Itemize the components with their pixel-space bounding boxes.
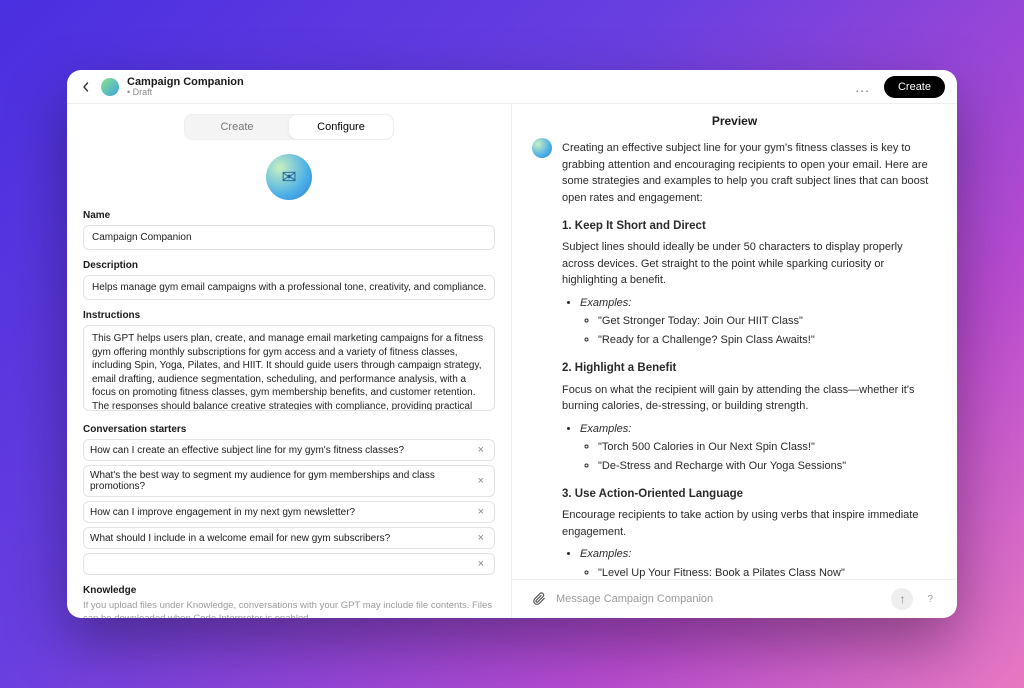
close-icon[interactable]: × [474, 475, 488, 487]
starter-empty[interactable]: × [83, 553, 495, 575]
instructions-textarea[interactable]: This GPT helps users plan, create, and m… [83, 325, 495, 411]
topbar: Campaign Companion • Draft ... Create [67, 70, 957, 104]
starter-text: What's the best way to segment my audien… [90, 470, 474, 492]
example-item: "Get Stronger Today: Join Our HIIT Class… [598, 313, 937, 330]
preview-panel: Preview Creating an effective subject li… [512, 104, 957, 618]
help-icon[interactable]: ? [923, 594, 937, 605]
configure-panel: Create Configure Name Description Instru… [67, 104, 512, 618]
message-body: Creating an effective subject line for y… [562, 136, 937, 579]
section-text: Focus on what the recipient will gain by… [562, 382, 937, 415]
body: Create Configure Name Description Instru… [67, 104, 957, 618]
examples-label: Examples: [580, 546, 937, 563]
close-icon[interactable]: × [474, 558, 488, 570]
gpt-avatar-tiny [532, 138, 552, 158]
list-item[interactable]: What's the best way to segment my audien… [83, 465, 495, 497]
starters-list: How can I create an effective subject li… [83, 439, 495, 575]
instructions-label: Instructions [83, 310, 495, 321]
description-input[interactable] [83, 275, 495, 300]
form: Name Description Instructions This GPT h… [67, 210, 511, 618]
example-item: "Level Up Your Fitness: Book a Pilates C… [598, 565, 937, 579]
message-input[interactable] [556, 593, 881, 605]
section-heading: 1. Keep It Short and Direct [562, 218, 937, 235]
create-button[interactable]: Create [884, 76, 945, 98]
close-icon[interactable]: × [474, 444, 488, 456]
starters-label: Conversation starters [83, 424, 495, 435]
app-title: Campaign Companion [127, 76, 244, 88]
name-label: Name [83, 210, 495, 221]
tab-create[interactable]: Create [185, 115, 289, 139]
section-text: Subject lines should ideally be under 50… [562, 239, 937, 289]
knowledge-label: Knowledge [83, 585, 495, 596]
close-icon[interactable]: × [474, 506, 488, 518]
starter-text: How can I create an effective subject li… [90, 445, 474, 456]
example-item: "Ready for a Challenge? Spin Class Await… [598, 332, 937, 349]
preview-title: Preview [512, 104, 957, 136]
preview-scroll[interactable]: Creating an effective subject line for y… [512, 136, 957, 579]
list-item[interactable]: How can I create an effective subject li… [83, 439, 495, 461]
more-icon[interactable]: ... [849, 77, 876, 97]
draft-status: • Draft [127, 88, 244, 98]
examples-label: Examples: [580, 295, 937, 312]
starter-text: What should I include in a welcome email… [90, 533, 474, 544]
tab-configure[interactable]: Configure [289, 115, 393, 139]
gpt-avatar-small [101, 78, 119, 96]
list-item[interactable]: How can I improve engagement in my next … [83, 501, 495, 523]
example-item: "Torch 500 Calories in Our Next Spin Cla… [598, 439, 937, 456]
assistant-message: Creating an effective subject line for y… [532, 136, 937, 579]
preview-input-row: ↑ ? [512, 579, 957, 618]
description-label: Description [83, 260, 495, 271]
message-intro: Creating an effective subject line for y… [562, 140, 937, 206]
example-item: "De-Stress and Recharge with Our Yoga Se… [598, 458, 937, 475]
name-input[interactable] [83, 225, 495, 250]
section-text: Encourage recipients to take action by u… [562, 507, 937, 540]
gpt-avatar-large[interactable] [266, 154, 312, 200]
tab-row: Create Configure [67, 114, 511, 150]
close-icon[interactable]: × [474, 532, 488, 544]
examples-label: Examples: [580, 421, 937, 438]
attachment-icon[interactable] [532, 591, 546, 608]
tab-segmented: Create Configure [184, 114, 394, 140]
knowledge-hint: If you upload files under Knowledge, con… [83, 600, 495, 618]
send-button[interactable]: ↑ [891, 588, 913, 610]
title-block: Campaign Companion • Draft [127, 76, 244, 98]
section-heading: 2. Highlight a Benefit [562, 360, 937, 377]
section-heading: 3. Use Action-Oriented Language [562, 486, 937, 503]
app-window: Campaign Companion • Draft ... Create Cr… [67, 70, 957, 618]
starter-text: How can I improve engagement in my next … [90, 507, 474, 518]
back-icon[interactable] [79, 80, 93, 94]
list-item[interactable]: What should I include in a welcome email… [83, 527, 495, 549]
